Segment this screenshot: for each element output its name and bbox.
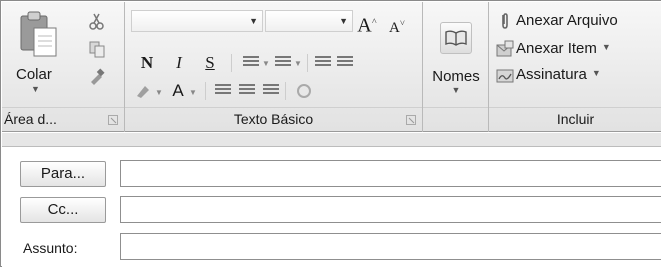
cc-button[interactable]: Cc... bbox=[20, 197, 106, 223]
shrink-font-icon[interactable]: A˅ bbox=[387, 12, 407, 36]
dialog-launcher-icon[interactable] bbox=[108, 115, 118, 125]
font-size-combo[interactable]: ▼ bbox=[265, 10, 353, 32]
font-color-button[interactable]: A bbox=[169, 80, 187, 102]
separator bbox=[307, 54, 308, 72]
attach-item-label: Anexar Item bbox=[516, 40, 597, 57]
clipboard-group: Colar ▼ Área d... bbox=[2, 2, 125, 132]
chevron-down-icon: ▼ bbox=[591, 68, 601, 78]
ribbon-separator bbox=[2, 133, 661, 147]
numbering-icon[interactable] bbox=[275, 56, 291, 68]
paperclip-icon bbox=[495, 11, 515, 31]
subject-label: Assunto: bbox=[23, 240, 78, 256]
chevron-down-icon[interactable]: ▼ bbox=[423, 85, 489, 95]
font-name-combo[interactable]: ▼ bbox=[131, 10, 263, 32]
names-group: Nomes ▼ bbox=[423, 2, 489, 132]
signature-label: Assinatura bbox=[516, 66, 587, 83]
chevron-down-icon[interactable]: ▼ bbox=[189, 88, 197, 97]
group-divider bbox=[2, 107, 124, 108]
bold-button[interactable]: N bbox=[137, 52, 157, 74]
basic-text-group: ▼ ▼ A˄ A˅ N I S ▼ ▼ ▼ A ▼ Texto Básico bbox=[125, 2, 423, 132]
signature-icon bbox=[495, 65, 515, 85]
format-painter-icon[interactable] bbox=[88, 68, 106, 86]
attach-file-button[interactable]: Anexar Arquivo bbox=[495, 10, 618, 32]
include-group-label: Incluir bbox=[556, 111, 595, 127]
to-field[interactable] bbox=[120, 160, 661, 187]
address-book-icon[interactable] bbox=[440, 22, 472, 54]
separator bbox=[205, 82, 206, 100]
to-button[interactable]: Para... bbox=[20, 161, 106, 187]
highlight-icon[interactable] bbox=[135, 82, 153, 100]
message-window: Colar ▼ Área d... ▼ ▼ A˄ A˅ N I S ▼ ▼ ▼ … bbox=[0, 0, 661, 267]
attach-file-label: Anexar Arquivo bbox=[516, 12, 618, 29]
cut-icon[interactable] bbox=[88, 12, 106, 30]
paste-icon[interactable] bbox=[18, 10, 60, 60]
dialog-launcher-icon[interactable] bbox=[406, 115, 416, 125]
attach-item-button[interactable]: Anexar Item ▼ bbox=[495, 36, 611, 58]
chevron-down-icon[interactable]: ▼ bbox=[294, 59, 302, 68]
cc-field[interactable] bbox=[120, 196, 661, 223]
ribbon: Colar ▼ Área d... ▼ ▼ A˄ A˅ N I S ▼ ▼ ▼ … bbox=[2, 2, 661, 132]
basic-text-group-label: Texto Básico bbox=[233, 111, 314, 127]
names-button-label[interactable]: Nomes bbox=[423, 68, 489, 85]
include-group: Anexar Arquivo Anexar Item ▼ Assinatura ▼ … bbox=[489, 2, 661, 132]
underline-button[interactable]: S bbox=[201, 52, 219, 74]
group-divider bbox=[489, 107, 661, 108]
chevron-down-icon: ▼ bbox=[601, 42, 611, 52]
chevron-down-icon: ▼ bbox=[339, 16, 348, 26]
spelling-icon[interactable] bbox=[295, 82, 313, 100]
separator bbox=[231, 54, 232, 72]
separator bbox=[285, 82, 286, 100]
increase-indent-icon[interactable] bbox=[337, 56, 353, 68]
signature-button[interactable]: Assinatura ▼ bbox=[495, 62, 601, 84]
message-header: Para... Cc... Assunto: bbox=[2, 133, 661, 267]
chevron-down-icon[interactable]: ▼ bbox=[155, 88, 163, 97]
subject-field[interactable] bbox=[120, 233, 661, 260]
decrease-indent-icon[interactable] bbox=[315, 56, 331, 68]
chevron-down-icon: ▼ bbox=[249, 16, 258, 26]
group-divider bbox=[125, 107, 422, 108]
align-left-icon[interactable] bbox=[215, 84, 231, 96]
copy-icon[interactable] bbox=[88, 40, 106, 58]
paste-button-label[interactable]: Colar bbox=[16, 66, 52, 83]
clipboard-group-label: Área d... bbox=[4, 111, 57, 127]
italic-button[interactable]: I bbox=[171, 52, 187, 74]
align-center-icon[interactable] bbox=[239, 84, 255, 96]
align-right-icon[interactable] bbox=[263, 84, 279, 96]
bullets-icon[interactable] bbox=[243, 56, 259, 68]
grow-font-icon[interactable]: A˄ bbox=[355, 10, 379, 37]
attach-item-icon bbox=[495, 39, 515, 59]
paste-dropdown-icon[interactable]: ▼ bbox=[31, 84, 40, 94]
group-divider bbox=[423, 107, 488, 108]
chevron-down-icon[interactable]: ▼ bbox=[262, 59, 270, 68]
